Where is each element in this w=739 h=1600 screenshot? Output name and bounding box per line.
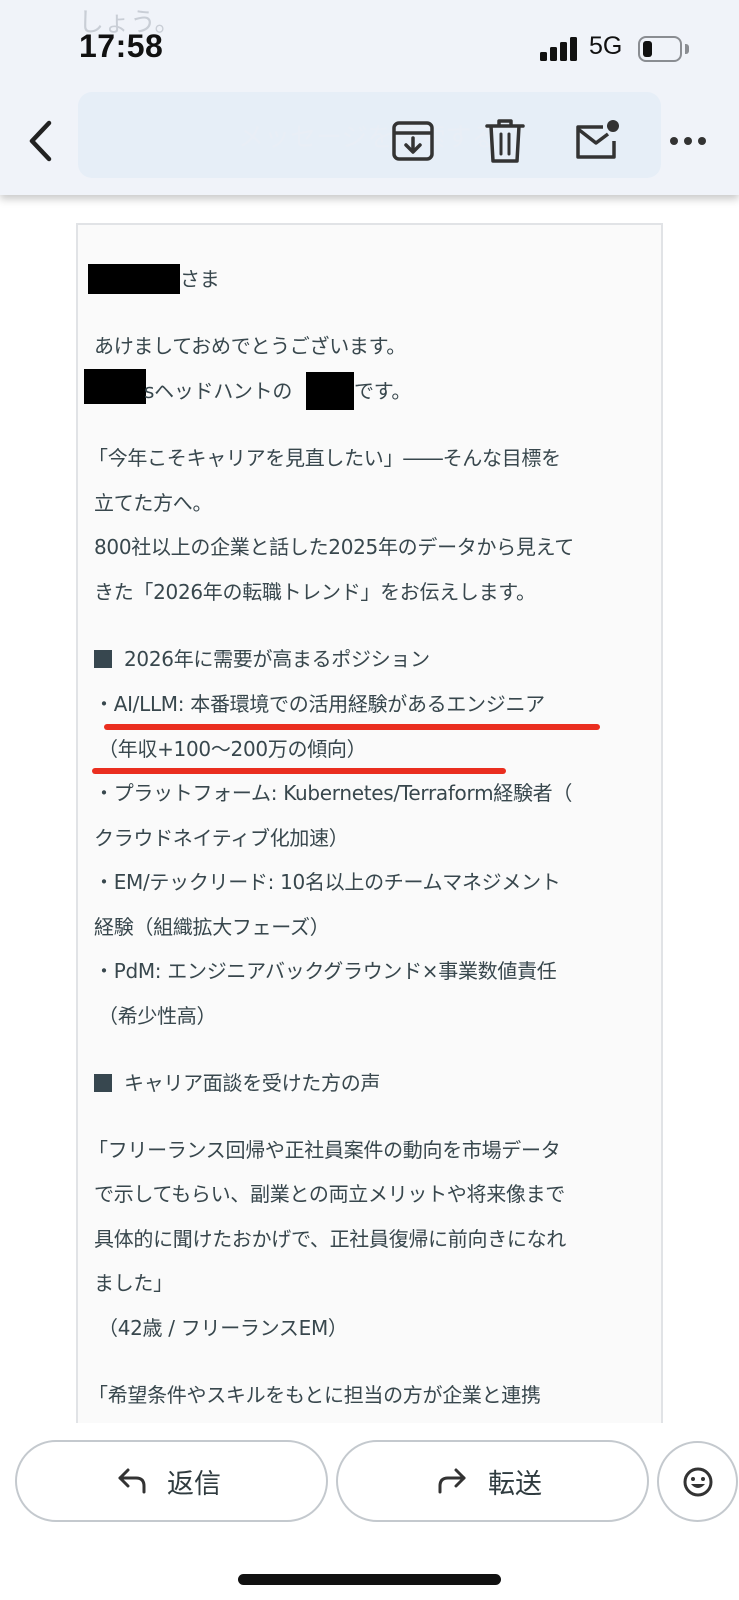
position-line-8: （希少性高） [98,1004,217,1028]
more-options-button[interactable] [668,126,708,156]
battery-icon [638,36,682,62]
intro-line-4: きた「2026年の転職トレンド」をお伝えします。 [94,580,536,604]
mail-unread-icon [576,120,619,159]
email-body: さま あけましておめでとうございます。 sヘッドハントの です。 「今年こそキャ… [84,244,654,1424]
position-line-7: ・PdM: エンジニアバックグラウンド×事業数値責任 [94,959,557,983]
position-line-5: ・EM/テックリード: 10名以上のチームマネジメント [94,870,561,894]
testimonial-line-3: 具体的に聞けたおかげで、正社員復帰に前向きになれ [94,1227,566,1251]
section-heading-testimonials: キャリア面談を受けた方の声 [94,1068,380,1098]
chevron-left-icon [29,120,52,162]
delete-button[interactable] [484,117,526,165]
search-placeholder: メッセージを検索する [238,123,498,153]
status-time: 17:58 [79,28,164,64]
redacted-company-name [84,369,146,404]
new-year-greeting: あけましておめでとうございます。 [94,334,406,358]
intro-line-2: 立てた方へ。 [94,491,213,515]
forward-label: 転送 [488,1469,542,1500]
position-line-6: 経験（組織拡大フェーズ） [94,915,330,939]
forward-button[interactable]: 転送 [336,1440,649,1522]
section-title: キャリア面談を受けた方の声 [124,1071,381,1095]
section-heading-positions: 2026年に需要が高まるポジション [94,644,430,674]
position-line-4: クラウドネイティブ化加速） [94,826,349,850]
network-type: 5G [589,32,623,60]
position-line-2: （年収+100〜200万の傾向） [98,737,367,761]
position-line-3: ・プラットフォーム: Kubernetes/Terraform経験者（ [94,781,573,805]
battery-level-fill [643,41,652,57]
testimonial-line-partial: 「希望条件やスキルをもとに担当の方が企業と連携 [88,1383,541,1407]
position-line-1: ・AI/LLM: 本番環境での活用経験があるエンジニア [94,692,545,716]
testimonial-attribution: （42歳 / フリーランスEM） [98,1316,348,1340]
greeting-suffix: さま [180,267,220,291]
redacted-sender-name [306,372,354,410]
emoji-reaction-button[interactable] [657,1441,738,1522]
highlight-underline [92,768,506,774]
cellular-signal-icon [540,37,578,61]
section-square-icon [94,1074,112,1092]
sender-line-mid: sヘッドハントの [144,379,293,403]
forward-arrow-icon [438,1468,466,1494]
back-button[interactable] [22,118,62,168]
highlight-underline [104,724,600,730]
intro-line-1: 「今年こそキャリアを見直したい」――そんな目標を [88,446,561,470]
testimonial-line-2: で示してもらい、副業との両立メリットや将来像まで [94,1182,565,1206]
reply-label: 返信 [167,1469,221,1500]
redacted-recipient-name [88,264,180,294]
section-square-icon [94,650,112,668]
archive-icon [392,121,434,161]
smiley-icon [683,1467,713,1497]
reply-button[interactable]: 返信 [15,1440,328,1522]
archive-button[interactable] [390,118,436,164]
home-indicator [238,1574,501,1585]
testimonial-line-1: 「フリーランス回帰や正社員案件の動向を市場データ [88,1138,561,1162]
trash-icon [485,119,525,163]
testimonial-line-4: ました」 [94,1271,173,1295]
mark-unread-button[interactable] [573,117,621,163]
sender-line-end: です。 [354,379,412,403]
reply-arrow-icon [118,1468,146,1494]
app-header: しょう。 17:58 5G メッセージを検索する [0,0,739,195]
battery-tip [685,44,689,54]
intro-line-3: 800社以上の企業と話した2025年のデータから見えて [94,535,574,559]
section-title: 2026年に需要が高まるポジション [124,647,430,671]
more-horizontal-icon [670,137,706,145]
